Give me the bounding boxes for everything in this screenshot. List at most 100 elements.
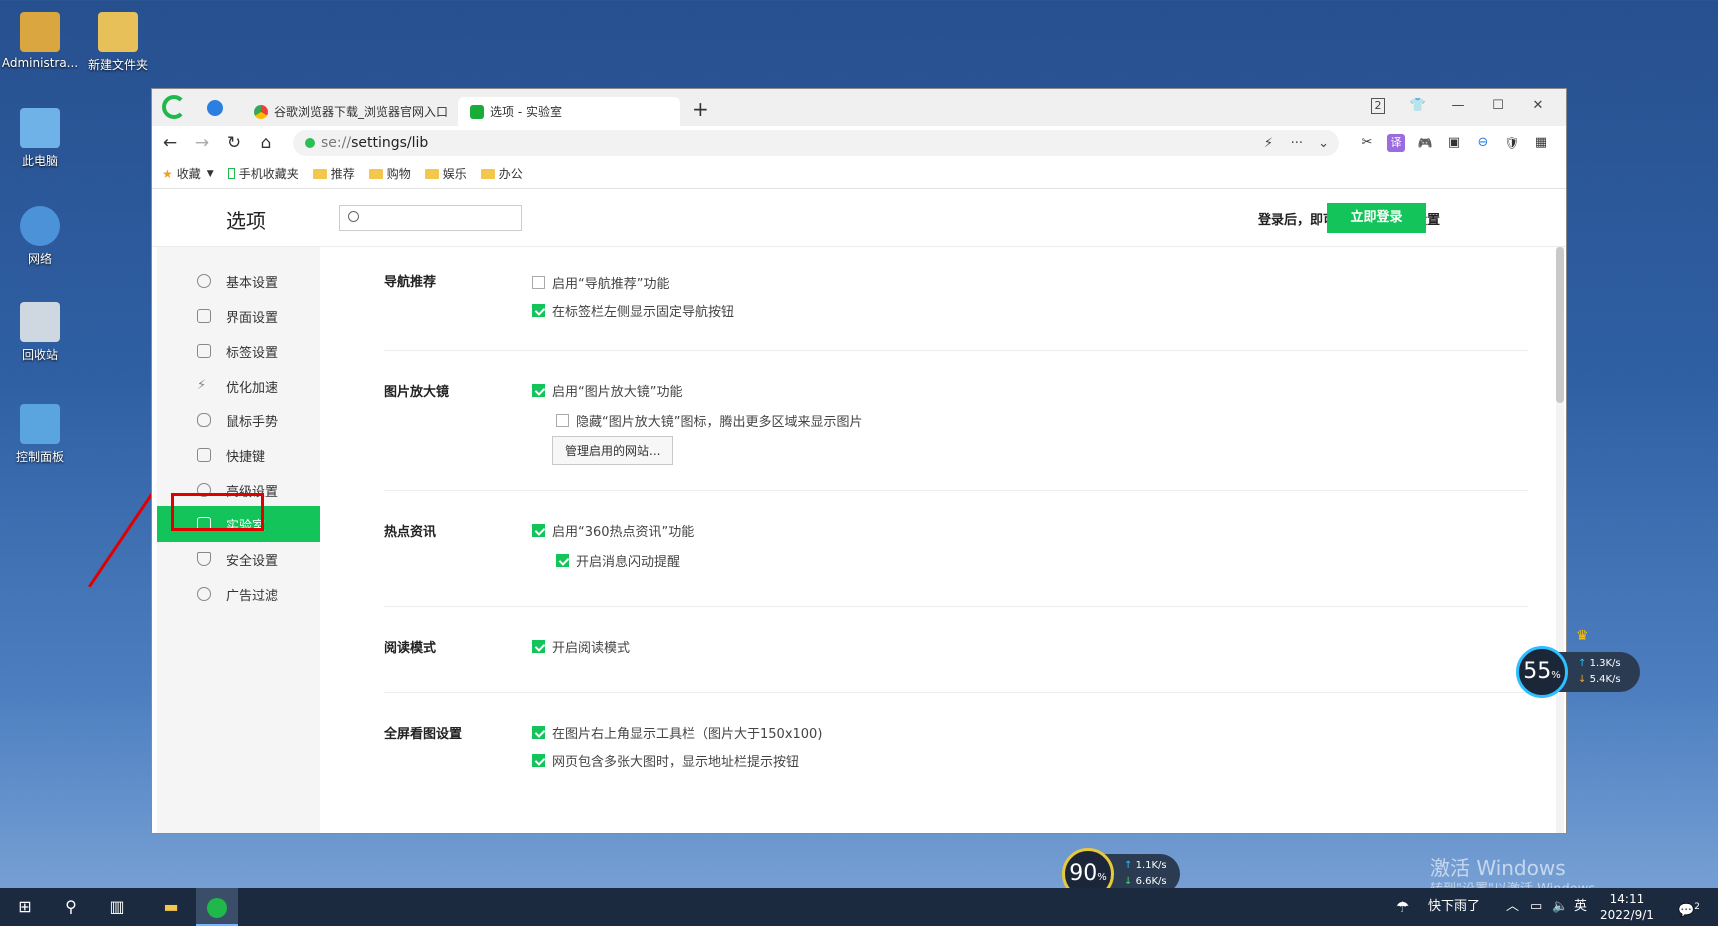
option-addressbar-hint[interactable]: 网页包含多张大图时，显示地址栏提示按钮	[532, 751, 799, 770]
tab-count-badge[interactable]: 2	[1367, 95, 1389, 117]
sidebar-item-mouse-gesture[interactable]: 鼠标手势	[157, 402, 320, 438]
option-show-fixed-nav[interactable]: 在标签栏左侧显示固定导航按钮	[532, 301, 734, 320]
login-button[interactable]: 立即登录	[1327, 203, 1426, 233]
sidebar-item-tabs[interactable]: 标签设置	[157, 333, 320, 369]
reload-button[interactable]: ↻	[218, 133, 250, 153]
bookmark-label: 推荐	[330, 167, 355, 181]
vip-crown-icon: ♛	[1576, 628, 1589, 644]
desktop-icon-recycle-bin[interactable]: 回收站	[0, 302, 80, 363]
tab-count-value: 2	[1371, 98, 1385, 114]
lightning-icon[interactable]: ⚡	[1264, 136, 1273, 151]
download-speed: ↓ 5.4K/s	[1578, 674, 1621, 685]
usage-percent: 90	[1069, 861, 1098, 886]
network-speed-widget[interactable]: ♛ 55% ↑ 1.3K/s ↓ 5.4K/s	[1516, 628, 1640, 698]
more-icon[interactable]: ···	[1291, 136, 1303, 151]
back-button[interactable]: ←	[154, 133, 186, 153]
weather-text[interactable]: 快下雨了	[1428, 888, 1480, 926]
option-image-toolbar[interactable]: 在图片右上角显示工具栏（图片大于150x100)	[532, 723, 822, 742]
minimize-button[interactable]: —	[1447, 95, 1469, 117]
sidebar-item-security[interactable]: 安全设置	[157, 541, 320, 577]
checkbox[interactable]	[532, 276, 545, 289]
bookmark-shopping[interactable]: 购物	[368, 165, 411, 182]
sidebar-item-basic[interactable]: 基本设置	[157, 263, 320, 299]
translate-icon[interactable]: 译	[1387, 134, 1405, 152]
checkbox[interactable]	[556, 414, 569, 427]
sidebar-item-label: 基本设置	[226, 275, 279, 291]
settings-wrench-icon	[470, 104, 484, 119]
checkbox[interactable]	[532, 524, 545, 537]
option-enable-reading-mode[interactable]: 开启阅读模式	[532, 637, 630, 656]
start-button[interactable]: ⊞	[4, 888, 46, 926]
tab-settings-lab[interactable]: 选项 - 实验室	[458, 97, 680, 126]
sidebar-item-optimize[interactable]: ⚡ 优化加速	[157, 368, 320, 404]
checkbox[interactable]	[556, 554, 569, 567]
new-tab-button[interactable]: +	[692, 97, 709, 121]
sidebar-item-shortcuts[interactable]: 快捷键	[157, 437, 320, 473]
taskbar: ⊞ ⚲ ▥ ▬ ☂ 快下雨了 ︿ ▭ 🔈 英 14:11 2022/9/1 💬2	[0, 888, 1718, 926]
file-explorer-icon[interactable]: ▬	[150, 888, 192, 926]
screenshot-icon[interactable]: ▣	[1445, 134, 1463, 152]
recycle-bin-icon	[20, 302, 60, 342]
skin-shirt-icon[interactable]: 👕	[1407, 95, 1429, 117]
url-path: settings/lib	[351, 135, 429, 151]
browser-taskbar-icon[interactable]	[196, 888, 238, 926]
bookmark-entertainment[interactable]: 娱乐	[424, 165, 467, 182]
content-scrollbar[interactable]	[1556, 247, 1564, 833]
forward-button[interactable]: →	[186, 133, 218, 153]
browser-logo-icon[interactable]	[162, 95, 186, 119]
sidebar-item-label: 标签设置	[226, 345, 279, 361]
option-enable-hot-news[interactable]: 启用“360热点资讯”功能	[532, 521, 694, 540]
tray-chevron-icon[interactable]: ︿	[1506, 888, 1519, 926]
option-flash-reminder[interactable]: 开启消息闪动提醒	[556, 551, 680, 570]
ime-indicator[interactable]: 英	[1574, 888, 1587, 926]
apps-grid-icon[interactable]: ▦	[1532, 134, 1550, 152]
manage-sites-button[interactable]: 管理启用的网站...	[552, 436, 674, 465]
search-icon[interactable]: ⚲	[50, 888, 92, 926]
clock[interactable]: 14:11 2022/9/1	[1600, 891, 1654, 923]
checkbox[interactable]	[532, 384, 545, 397]
weather-icon[interactable]: ☂	[1396, 888, 1409, 926]
download-icon[interactable]: ⤓	[1562, 134, 1566, 152]
task-view-icon[interactable]: ▥	[96, 888, 138, 926]
checkbox[interactable]	[532, 726, 545, 739]
bookmark-mobile[interactable]: 手机收藏夹	[227, 165, 299, 182]
scrollbar-thumb[interactable]	[1556, 247, 1564, 403]
settings-page: 选项 登录后，即可多端同步你的设置 立即登录 基本设置 界面设置 标签设置 ⚡ 优…	[152, 189, 1566, 833]
dropdown-icon[interactable]: ⌄	[1318, 136, 1329, 151]
block-icon[interactable]: ⊖	[1474, 134, 1492, 152]
option-enable-nav-recommend[interactable]: 启用“导航推荐”功能	[532, 273, 669, 292]
option-enable-magnifier[interactable]: 启用“图片放大镜”功能	[532, 381, 682, 400]
tab-chrome-download[interactable]: 谷歌浏览器下载_浏览器官网入口	[242, 97, 452, 126]
bookmark-recommend[interactable]: 推荐	[312, 165, 355, 182]
sidebar-item-label: 优化加速	[226, 380, 279, 396]
pinned-nav-icon[interactable]	[207, 100, 223, 116]
notification-button[interactable]: 💬2	[1678, 888, 1700, 926]
tab-title: 谷歌浏览器下载_浏览器官网入口	[274, 105, 449, 119]
bookmark-office[interactable]: 办公	[480, 165, 523, 182]
desktop-icon-this-pc[interactable]: 此电脑	[0, 108, 80, 169]
checkbox[interactable]	[532, 754, 545, 767]
desktop-icon-new-folder[interactable]: 新建文件夹	[78, 12, 158, 73]
maximize-button[interactable]: ☐	[1487, 95, 1509, 117]
user-folder-icon	[20, 12, 60, 52]
option-hide-magnifier-icon[interactable]: 隐藏“图片放大镜”图标，腾出更多区域来显示图片	[556, 411, 862, 430]
game-icon[interactable]: 🎮	[1416, 134, 1434, 152]
home-button[interactable]: ⌂	[250, 133, 282, 153]
desktop-icon-control-panel[interactable]: 控制面板	[0, 404, 80, 465]
scissors-icon[interactable]: ✂	[1358, 134, 1376, 152]
settings-search-input[interactable]	[339, 205, 522, 231]
checkbox[interactable]	[532, 304, 545, 317]
desktop-icon-label: 回收站	[21, 348, 58, 362]
desktop-icon-administrator[interactable]: Administra...	[0, 12, 80, 70]
desktop-icon-network[interactable]: 网络	[0, 206, 80, 267]
sidebar-item-interface[interactable]: 界面设置	[157, 298, 320, 334]
bookmark-favorites[interactable]: ★ 收藏 ▼	[162, 165, 214, 182]
checkbox[interactable]	[532, 640, 545, 653]
star-icon: ★	[162, 166, 173, 181]
network-tray-icon[interactable]: ▭	[1530, 888, 1542, 926]
address-bar[interactable]: se://settings/lib ⚡ ··· ⌄	[293, 130, 1339, 156]
sidebar-item-adblock[interactable]: 广告过滤	[157, 576, 320, 612]
volume-icon[interactable]: 🔈	[1552, 888, 1568, 926]
close-window-button[interactable]: ✕	[1527, 95, 1549, 117]
shield-icon[interactable]: 🛡	[1503, 134, 1521, 152]
